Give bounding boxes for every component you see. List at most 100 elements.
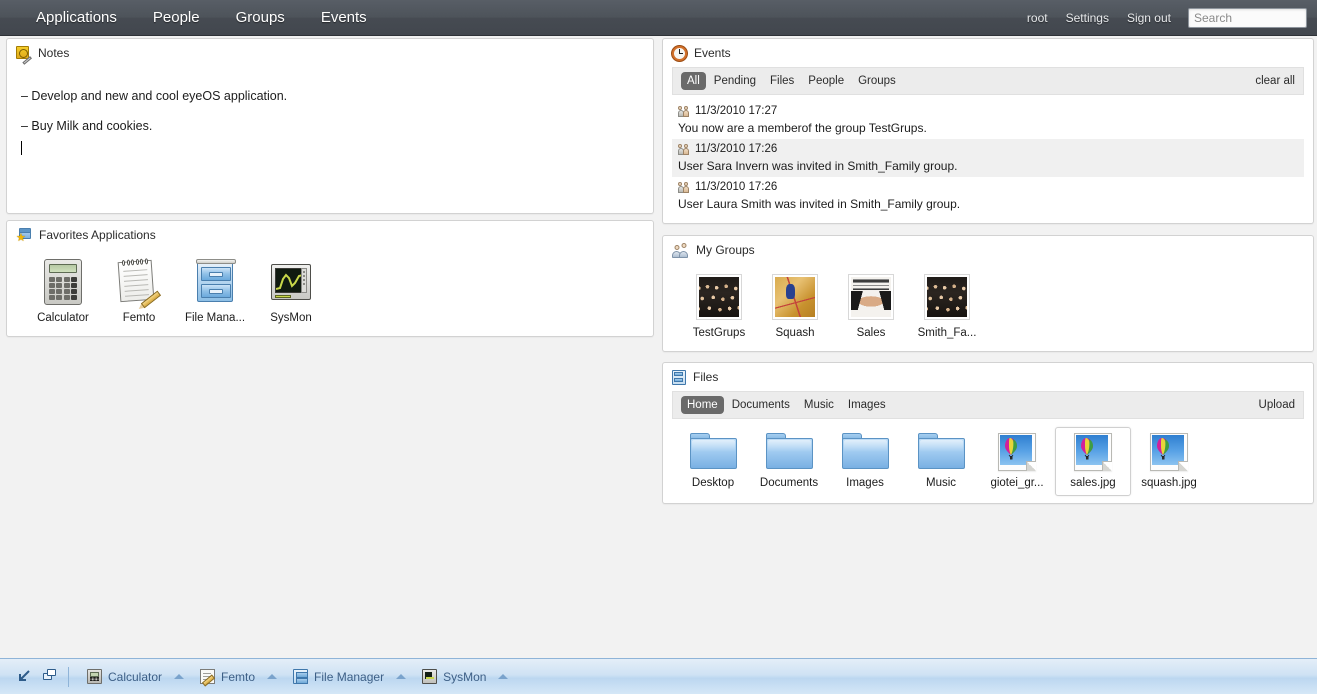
taskbar-item-file-manager[interactable]: File Manager [285, 666, 414, 687]
image-file-icon [998, 433, 1036, 471]
nav-item-people[interactable]: People [135, 5, 218, 30]
group-photo-thumbnail [848, 274, 894, 320]
event-time-row: 11/3/2010 17:26 [678, 181, 1298, 193]
my-groups-grid: TestGrups Squash Sales Smith_Fa... [663, 264, 1313, 339]
chevron-up-icon[interactable] [267, 674, 278, 679]
file-item-desktop[interactable]: Desktop [675, 427, 751, 496]
top-menu-bar: Applications People Groups Events root S… [0, 0, 1317, 36]
file-label: giotei_gr... [990, 477, 1044, 489]
app-shortcut-calculator[interactable]: Calculator [25, 255, 101, 324]
events-filter-people[interactable]: People [802, 72, 850, 90]
files-grid: Desktop Documents Images Music giotei_gr… [663, 419, 1313, 496]
femto-icon [200, 669, 216, 684]
app-shortcut-label: SysMon [270, 312, 312, 324]
event-timestamp: 11/3/2010 17:26 [695, 181, 778, 193]
file-manager-icon [192, 259, 238, 305]
events-filter-files[interactable]: Files [764, 72, 800, 90]
text-caret [21, 141, 22, 155]
events-filter-all[interactable]: All [681, 72, 706, 90]
files-panel: Files Home Documents Music Images Upload… [662, 362, 1314, 504]
notes-caret-line [21, 141, 641, 155]
files-tab-images[interactable]: Images [842, 396, 892, 414]
taskbar-item-sysmon[interactable]: SysMon [414, 666, 516, 687]
notes-line: – Develop and new and cool eyeOS applica… [21, 89, 288, 103]
folder-icon [765, 433, 813, 471]
app-shortcut-file-manager[interactable]: File Mana... [177, 255, 253, 324]
file-manager-icon [293, 669, 309, 684]
files-tab-documents[interactable]: Documents [726, 396, 796, 414]
chevron-up-icon[interactable] [498, 674, 509, 679]
nav-item-groups[interactable]: Groups [218, 5, 303, 30]
event-time-row: 11/3/2010 17:26 [678, 143, 1298, 155]
chevron-up-icon[interactable] [174, 674, 185, 679]
group-item-sales[interactable]: Sales [833, 270, 909, 339]
files-header: Files [663, 363, 1313, 391]
notes-title: Notes [38, 46, 70, 60]
show-desktop-icon[interactable] [16, 669, 31, 684]
group-item-smith-family[interactable]: Smith_Fa... [909, 270, 985, 339]
event-time-row: 11/3/2010 17:27 [678, 105, 1298, 117]
file-label: Desktop [691, 477, 735, 489]
folder-icon [917, 433, 965, 471]
event-item[interactable]: 11/3/2010 17:27 You now are a memberof t… [672, 101, 1304, 139]
sign-out-link[interactable]: Sign out [1118, 8, 1180, 28]
sysmon-icon [422, 669, 438, 684]
file-item-sales-jpg[interactable]: sales.jpg [1055, 427, 1131, 496]
group-label: Sales [856, 327, 886, 339]
calculator-icon [40, 259, 86, 305]
events-filter-bar: All Pending Files People Groups clear al… [672, 67, 1304, 95]
taskbar-item-calculator[interactable]: Calculator [79, 666, 192, 687]
search-input[interactable] [1188, 7, 1307, 28]
file-label: Images [846, 477, 884, 489]
notes-icon [16, 45, 32, 65]
app-shortcut-sysmon[interactable]: SysMon [253, 255, 329, 324]
favorites-header: ★ Favorites Applications [7, 221, 653, 249]
app-shortcut-femto[interactable]: Femto [101, 255, 177, 324]
app-shortcut-label: File Mana... [184, 312, 246, 324]
file-item-images[interactable]: Images [827, 427, 903, 496]
files-tabs: Home Documents Music Images [681, 396, 892, 414]
taskbar-item-label: Calculator [108, 669, 163, 684]
taskbar-item-label: File Manager [314, 669, 385, 684]
chevron-up-icon[interactable] [396, 674, 407, 679]
files-tab-home[interactable]: Home [681, 396, 724, 414]
event-item[interactable]: 11/3/2010 17:26 User Sara Invern was inv… [672, 139, 1304, 177]
file-item-documents[interactable]: Documents [751, 427, 827, 496]
event-timestamp: 11/3/2010 17:27 [695, 105, 778, 117]
events-filter-pending[interactable]: Pending [708, 72, 762, 90]
group-item-squash[interactable]: Squash [757, 270, 833, 339]
files-title: Files [693, 370, 719, 384]
event-item[interactable]: 11/3/2010 17:26 User Laura Smith was inv… [672, 177, 1304, 215]
file-item-squash-jpg[interactable]: squash.jpg [1131, 427, 1207, 496]
clear-all-button[interactable]: clear all [1255, 75, 1295, 87]
notes-textarea[interactable]: – Develop and new and cool eyeOS applica… [7, 67, 653, 213]
events-filter-groups[interactable]: Groups [852, 72, 902, 90]
calculator-icon [87, 669, 102, 684]
taskbar-system-icons [10, 669, 68, 684]
taskbar-item-femto[interactable]: Femto [192, 666, 285, 687]
file-item-giotei-gr[interactable]: giotei_gr... [979, 427, 1055, 496]
app-shortcut-label: Femto [122, 312, 156, 324]
settings-link[interactable]: Settings [1057, 8, 1118, 28]
files-tab-music[interactable]: Music [798, 396, 840, 414]
event-message: User Sara Invern was invited in Smith_Fa… [678, 159, 958, 173]
image-file-icon [1150, 433, 1188, 471]
group-photo-thumbnail [696, 274, 742, 320]
group-item-testgrups[interactable]: TestGrups [681, 270, 757, 339]
current-user-label[interactable]: root [1018, 8, 1057, 28]
nav-item-events[interactable]: Events [303, 5, 385, 30]
group-event-icon [678, 181, 690, 193]
favorites-applications-panel: ★ Favorites Applications Calculator Femt… [6, 220, 654, 337]
my-groups-title: My Groups [696, 243, 755, 257]
upload-button[interactable]: Upload [1259, 399, 1295, 411]
group-label: TestGrups [692, 327, 746, 339]
events-panel: Events All Pending Files People Groups c… [662, 38, 1314, 224]
file-item-music[interactable]: Music [903, 427, 979, 496]
window-switcher-icon[interactable] [43, 669, 58, 684]
file-cabinet-icon [672, 369, 686, 385]
main-navigation: Applications People Groups Events [18, 5, 385, 30]
nav-item-applications[interactable]: Applications [18, 5, 135, 30]
group-event-icon [678, 143, 690, 155]
my-groups-header: My Groups [663, 236, 1313, 264]
events-header: Events [663, 39, 1313, 67]
